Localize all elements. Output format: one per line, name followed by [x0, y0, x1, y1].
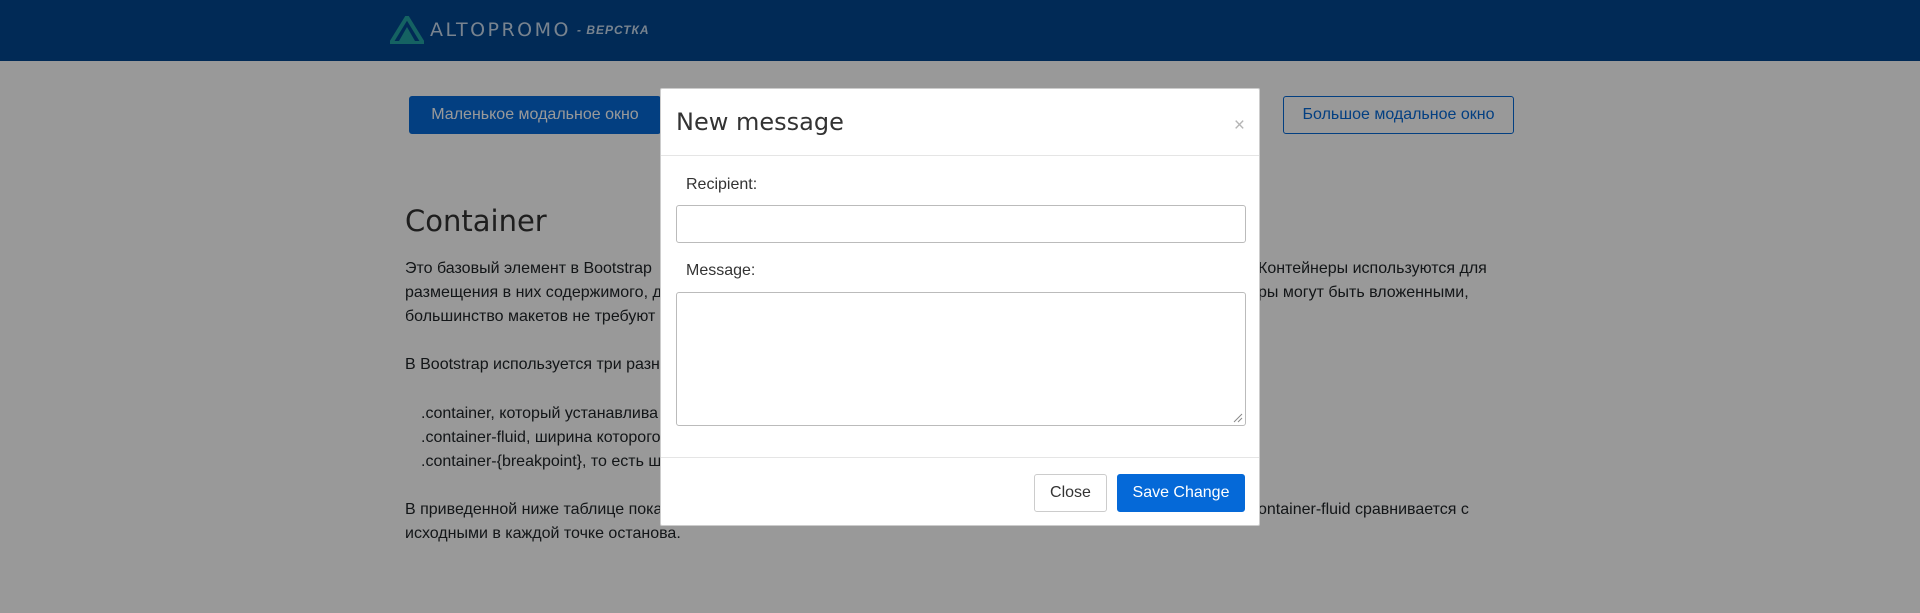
- message-textarea[interactable]: [676, 292, 1246, 426]
- recipient-input[interactable]: [676, 205, 1246, 243]
- close-icon[interactable]: ×: [1234, 116, 1245, 135]
- modal-footer-divider: [661, 457, 1259, 458]
- save-change-button[interactable]: Save Change: [1117, 474, 1245, 512]
- close-button[interactable]: Close: [1034, 474, 1107, 512]
- textarea-resize-grip-icon[interactable]: [1233, 413, 1243, 423]
- modal-title: New message: [676, 108, 844, 136]
- recipient-label: Recipient:: [686, 176, 758, 193]
- new-message-modal: New message × Recipient: Message: Close …: [660, 88, 1260, 526]
- message-label: Message:: [686, 262, 756, 279]
- modal-header: New message ×: [661, 89, 1259, 156]
